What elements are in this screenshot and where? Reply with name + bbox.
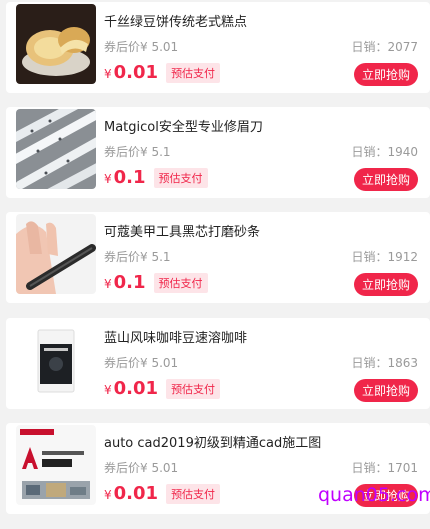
currency-symbol: ¥ [104, 67, 112, 81]
coupon-price: 券后价¥ 5.01 [104, 40, 179, 54]
cad-course-image[interactable] [16, 425, 96, 505]
currency-symbol: ¥ [104, 488, 112, 502]
buy-now-button[interactable]: 立即抢购 [353, 63, 418, 86]
daily-sales: 日销：1701 [351, 461, 418, 475]
product-title[interactable]: 千丝绿豆饼传统老式糕点 [104, 11, 422, 30]
coupon-price: 券后价¥ 5.1 [104, 250, 171, 264]
final-price: 0.1 [113, 167, 146, 188]
currency-symbol: ¥ [104, 172, 112, 186]
price-row: ¥ 0.1 预估支付 [104, 167, 208, 189]
final-price: 0.01 [113, 62, 159, 83]
mung-bean-cake-image[interactable] [16, 4, 96, 84]
product-card[interactable]: auto cad2019初级到精通cad施工图 券后价¥ 5.01 日销：170… [6, 423, 430, 514]
currency-symbol: ¥ [104, 277, 112, 291]
product-title[interactable]: Matgicol安全型专业修眉刀 [104, 116, 422, 135]
buy-now-button[interactable]: 立即抢购 [353, 168, 418, 191]
product-card[interactable]: Matgicol安全型专业修眉刀 券后价¥ 5.1 日销：1940 ¥ 0.1 … [6, 107, 430, 198]
buy-now-button[interactable]: 立即抢购 [353, 273, 418, 296]
nail-file-image[interactable] [16, 214, 96, 294]
buy-now-button[interactable]: 立即抢购 [353, 379, 418, 402]
product-card[interactable]: 千丝绿豆饼传统老式糕点 券后价¥ 5.01 日销：2077 ¥ 0.01 预估支… [6, 2, 430, 93]
estimated-payment-badge: 预估支付 [153, 168, 208, 188]
final-price: 0.01 [113, 378, 159, 399]
price-row: ¥ 0.01 预估支付 [104, 62, 221, 84]
product-title[interactable]: auto cad2019初级到精通cad施工图 [104, 432, 422, 451]
estimated-payment-badge: 预估支付 [166, 379, 221, 399]
daily-sales: 日销：2077 [351, 40, 418, 54]
estimated-payment-badge: 预估支付 [153, 273, 208, 293]
buy-now-button[interactable]: 立即抢购 [353, 484, 418, 507]
daily-sales: 日销：1863 [351, 356, 418, 370]
daily-sales: 日销：1940 [351, 145, 418, 159]
coffee-bag-image[interactable] [16, 320, 96, 400]
coupon-price: 券后价¥ 5.1 [104, 145, 171, 159]
price-row: ¥ 0.01 预估支付 [104, 483, 221, 505]
estimated-payment-badge: 预估支付 [166, 484, 221, 504]
coupon-price: 券后价¥ 5.01 [104, 461, 179, 475]
currency-symbol: ¥ [104, 383, 112, 397]
eyebrow-razor-image[interactable] [16, 109, 96, 189]
final-price: 0.1 [113, 272, 146, 293]
daily-sales: 日销：1912 [351, 250, 418, 264]
price-row: ¥ 0.01 预估支付 [104, 378, 221, 400]
product-title[interactable]: 蓝山风味咖啡豆速溶咖啡 [104, 327, 422, 346]
product-title[interactable]: 可蔻美甲工具黑芯打磨砂条 [104, 221, 422, 240]
product-card[interactable]: 可蔻美甲工具黑芯打磨砂条 券后价¥ 5.1 日销：1912 ¥ 0.1 预估支付… [6, 212, 430, 303]
final-price: 0.01 [113, 483, 159, 504]
product-card[interactable]: 蓝山风味咖啡豆速溶咖啡 券后价¥ 5.01 日销：1863 ¥ 0.01 预估支… [6, 318, 430, 409]
estimated-payment-badge: 预估支付 [166, 63, 221, 83]
coupon-price: 券后价¥ 5.01 [104, 356, 179, 370]
price-row: ¥ 0.1 预估支付 [104, 272, 208, 294]
